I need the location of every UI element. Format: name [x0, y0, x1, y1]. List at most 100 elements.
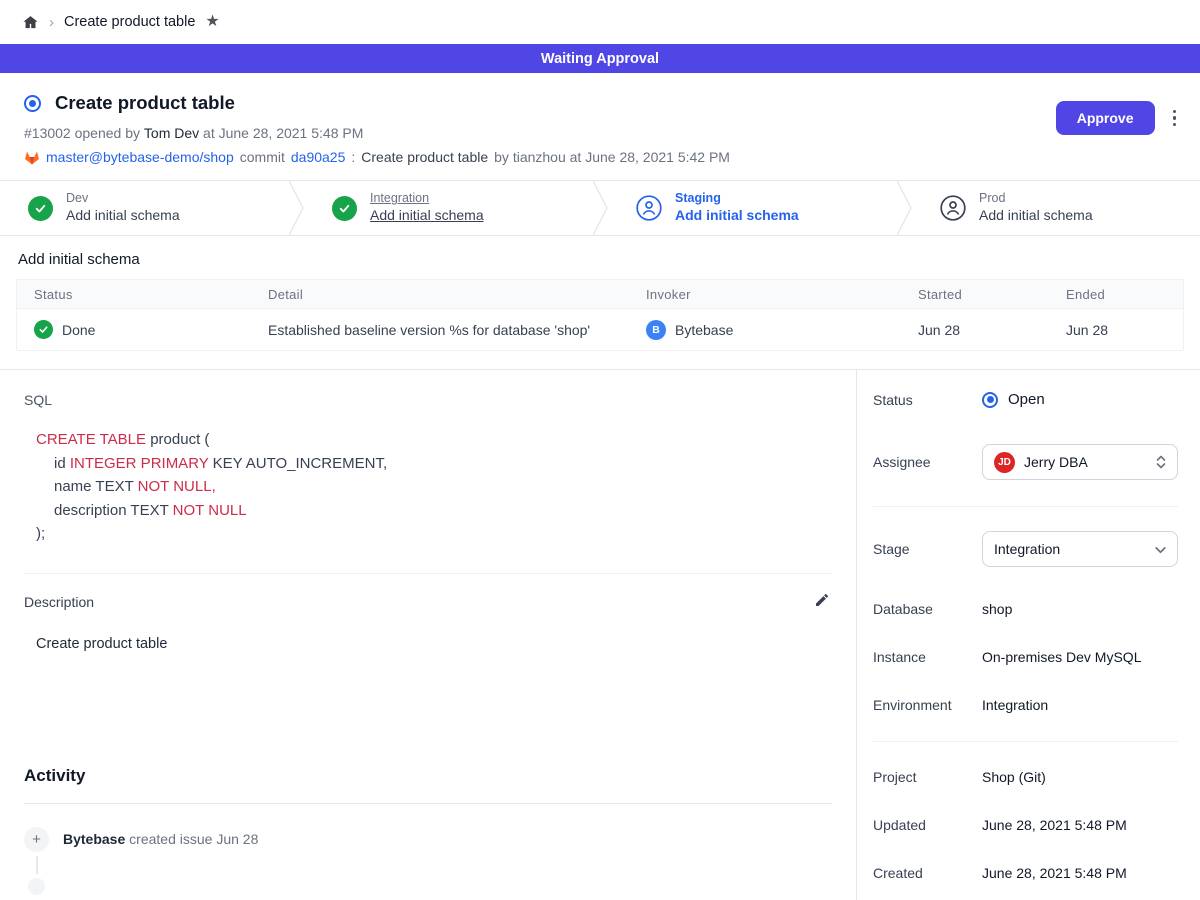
content-area: SQL CREATE TABLE product (id INTEGER PRI… — [0, 369, 1200, 900]
status-banner-text: Waiting Approval — [541, 51, 659, 67]
col-status: Status — [17, 287, 251, 302]
approve-button[interactable]: Approve — [1056, 101, 1155, 135]
opened-by-label: opened by — [75, 125, 140, 141]
status-banner: Waiting Approval — [0, 44, 1200, 73]
sql-line: description TEXT NOT NULL — [36, 499, 832, 523]
col-started: Started — [901, 287, 1049, 302]
open-status-icon — [982, 392, 998, 408]
sidebar-environment-row: Environment Integration — [873, 694, 1178, 715]
sidebar-assignee-row: Assignee JD Jerry DBA — [873, 444, 1178, 480]
stage-done-icon — [332, 196, 357, 221]
task-invoker-cell: B Bytebase — [629, 320, 901, 340]
issue-open-icon — [24, 95, 41, 112]
timeline-next-node — [28, 878, 45, 895]
main-panel: SQL CREATE TABLE product (id INTEGER PRI… — [0, 370, 856, 900]
opened-at: at June 28, 2021 5:48 PM — [203, 125, 363, 141]
commit-branch-link[interactable]: master@bytebase-demo/shop — [46, 149, 234, 165]
sidebar-stage-row: Stage Integration — [873, 531, 1178, 567]
activity-section: Activity + Bytebase created issue Jun 28 — [24, 766, 832, 852]
sidebar: Status Open Assignee JD Jerry DBA Stage … — [856, 370, 1200, 900]
stage-value: Integration — [994, 541, 1145, 557]
activity-actor: Bytebase — [63, 831, 125, 847]
breadcrumb: › Create product table ★ — [0, 0, 1200, 44]
assignee-avatar: JD — [994, 452, 1015, 473]
stage-separator-icon — [592, 181, 608, 235]
col-detail: Detail — [251, 287, 629, 302]
more-actions-icon[interactable] — [1169, 106, 1181, 131]
task-status-text: Done — [62, 322, 95, 338]
stage-task-label: Add initial schema — [979, 207, 1093, 225]
sql-line: name TEXT NOT NULL, — [36, 475, 832, 499]
col-invoker: Invoker — [629, 287, 901, 302]
created-label: Created — [873, 865, 982, 881]
stage-separator-icon — [896, 181, 912, 235]
sql-line: ); — [36, 522, 832, 546]
chevron-down-icon — [1154, 543, 1167, 556]
status-label: Status — [873, 392, 982, 408]
invoker-name: Bytebase — [675, 322, 733, 338]
sql-line: CREATE TABLE product ( — [36, 428, 832, 452]
pipeline-stage-staging[interactable]: Staging Add initial schema — [608, 181, 896, 235]
sidebar-instance-row: Instance On-premises Dev MySQL — [873, 646, 1178, 667]
task-status-cell: Done — [17, 320, 251, 339]
stage-env-label: Integration — [370, 191, 484, 207]
pipeline-stage-dev[interactable]: Dev Add initial schema — [0, 181, 288, 235]
environment-value[interactable]: Integration — [982, 697, 1048, 713]
breadcrumb-separator-icon: › — [49, 14, 54, 31]
stage-env-label: Dev — [66, 191, 180, 207]
divider — [24, 803, 832, 804]
environment-label: Environment — [873, 697, 982, 713]
sidebar-created-row: Created June 28, 2021 5:48 PM — [873, 862, 1178, 883]
col-ended: Ended — [1049, 287, 1183, 302]
stage-task-label: Add initial schema — [66, 207, 180, 225]
commit-hash-link[interactable]: da90a25 — [291, 149, 346, 165]
project-value[interactable]: Shop (Git) — [982, 769, 1046, 785]
task-started-cell: Jun 28 — [901, 322, 1049, 338]
assignee-select[interactable]: JD Jerry DBA — [982, 444, 1178, 480]
home-icon[interactable] — [22, 14, 39, 31]
issue-author[interactable]: Tom Dev — [144, 125, 199, 141]
updown-chevron-icon — [1155, 454, 1167, 470]
database-label: Database — [873, 601, 982, 617]
instance-label: Instance — [873, 649, 982, 665]
task-table-header: Status Detail Invoker Started Ended — [17, 280, 1183, 308]
edit-description-icon[interactable] — [812, 590, 832, 615]
task-detail-cell: Established baseline version %s for data… — [251, 322, 629, 338]
task-ended-cell: Jun 28 — [1049, 322, 1183, 338]
divider — [873, 741, 1178, 742]
sidebar-status-row: Status Open — [873, 389, 1178, 410]
stage-env-label: Staging — [675, 191, 799, 207]
activity-date: Jun 28 — [216, 831, 258, 847]
breadcrumb-page-title[interactable]: Create product table — [64, 14, 195, 30]
sidebar-project-row: Project Shop (Git) — [873, 766, 1178, 787]
commit-suffix: by tianzhou at June 28, 2021 5:42 PM — [494, 149, 730, 165]
issue-title-row: Create product table — [24, 87, 1176, 119]
pipeline-stage-integration[interactable]: Integration Add initial schema — [304, 181, 592, 235]
description-header: Description — [24, 590, 832, 615]
timeline-connector — [36, 856, 38, 874]
pipeline-stage-prod[interactable]: Prod Add initial schema — [912, 181, 1200, 235]
task-section-title: Add initial schema — [16, 251, 1184, 268]
gitlab-icon — [24, 150, 40, 165]
updated-value: June 28, 2021 5:48 PM — [982, 817, 1127, 833]
issue-title: Create product table — [55, 92, 235, 114]
description-text[interactable]: Create product table — [24, 636, 832, 652]
instance-value[interactable]: On-premises Dev MySQL — [982, 649, 1141, 665]
updated-label: Updated — [873, 817, 982, 833]
favorite-star-icon[interactable]: ★ — [205, 14, 219, 30]
stage-task-label: Add initial schema — [370, 207, 484, 225]
stage-person-icon — [636, 195, 662, 221]
stage-task-label: Add initial schema — [675, 207, 799, 225]
status-value: Open — [1008, 391, 1045, 408]
database-value[interactable]: shop — [982, 601, 1012, 617]
stage-select[interactable]: Integration — [982, 531, 1178, 567]
sidebar-updated-row: Updated June 28, 2021 5:48 PM — [873, 814, 1178, 835]
stage-person-icon — [940, 195, 966, 221]
activity-title: Activity — [24, 766, 832, 786]
sql-code: CREATE TABLE product (id INTEGER PRIMARY… — [24, 428, 832, 546]
task-section: Add initial schema Status Detail Invoker… — [0, 236, 1200, 369]
project-label: Project — [873, 769, 982, 785]
task-table-row[interactable]: Done Established baseline version %s for… — [17, 308, 1183, 350]
commit-word: commit — [240, 149, 285, 165]
task-table: Status Detail Invoker Started Ended Done… — [16, 279, 1184, 351]
